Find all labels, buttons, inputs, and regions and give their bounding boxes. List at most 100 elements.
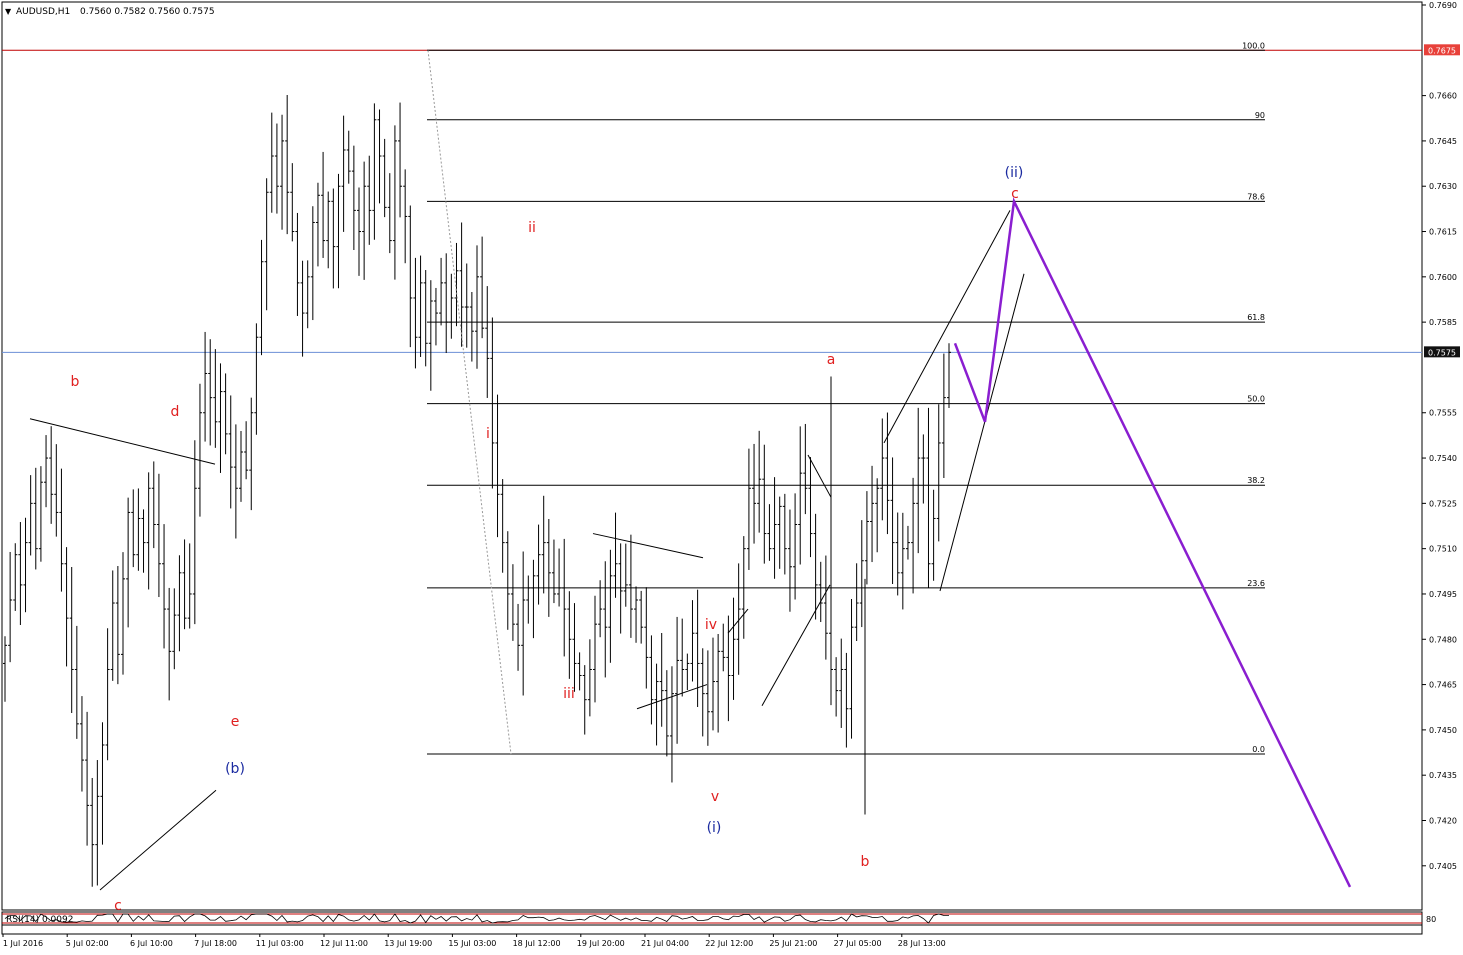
candle <box>249 397 254 511</box>
resistance-price-label: 0.7675 <box>1428 46 1456 55</box>
candle <box>33 467 38 570</box>
y-tick-label: 0.7405 <box>1429 862 1457 871</box>
y-tick-label: 0.7555 <box>1429 409 1457 418</box>
y-tick-label: 0.7510 <box>1429 545 1457 554</box>
x-tick-label: 11 Jul 03:00 <box>256 939 304 948</box>
candle <box>823 555 828 660</box>
trend-line[interactable] <box>807 454 832 498</box>
trend-line[interactable] <box>761 584 831 706</box>
candle <box>803 423 808 515</box>
candle <box>603 561 608 678</box>
candle <box>505 531 510 630</box>
candle <box>870 465 875 563</box>
candle <box>875 478 880 553</box>
candle <box>213 349 218 448</box>
candle <box>808 457 813 558</box>
trend-line[interactable] <box>99 789 217 891</box>
candle <box>639 590 644 644</box>
candle <box>177 555 182 652</box>
candle <box>577 652 582 691</box>
chart-menu-arrow[interactable]: ▼ <box>5 7 12 16</box>
candle <box>587 639 592 717</box>
candle <box>900 512 905 610</box>
candle <box>346 130 351 184</box>
candle <box>3 636 7 702</box>
trend-line[interactable] <box>29 418 216 465</box>
candle <box>382 138 387 218</box>
candle <box>844 652 849 748</box>
candle <box>798 426 803 565</box>
candle <box>526 575 531 624</box>
candle <box>274 123 279 214</box>
wave-label: b <box>71 374 80 390</box>
candle <box>521 551 526 696</box>
candle <box>905 525 910 560</box>
candle <box>634 586 639 643</box>
candle <box>895 512 900 596</box>
candle <box>762 444 767 564</box>
candle <box>916 407 921 554</box>
candle <box>28 475 33 556</box>
candle <box>259 239 264 356</box>
candle <box>305 260 310 329</box>
candle <box>562 538 567 657</box>
trend-line[interactable] <box>939 273 1025 592</box>
candle <box>74 625 79 739</box>
candle <box>151 461 156 549</box>
projection-path[interactable] <box>953 197 1352 888</box>
candle <box>413 257 418 369</box>
candle <box>767 504 772 561</box>
wave-label: c <box>114 898 122 914</box>
y-tick-label: 0.7495 <box>1429 590 1457 599</box>
candle <box>336 173 341 289</box>
candle <box>141 509 146 573</box>
candle <box>531 559 536 639</box>
candle <box>669 666 674 783</box>
candle <box>54 444 59 537</box>
candle <box>685 653 690 691</box>
candle <box>85 711 90 846</box>
date-axis-frame <box>1 924 1423 935</box>
candle <box>264 178 269 311</box>
indicator-scale-label: 80 <box>1426 915 1436 924</box>
candle <box>721 623 726 672</box>
y-tick-label: 0.7585 <box>1429 318 1457 327</box>
candle <box>834 657 839 717</box>
candle <box>310 206 315 321</box>
candle <box>8 551 13 663</box>
x-tick-label: 1 Jul 2016 <box>3 939 43 948</box>
candle <box>659 632 664 727</box>
candle <box>203 331 208 442</box>
candle <box>408 205 413 348</box>
candle <box>885 412 890 535</box>
candle <box>546 519 551 617</box>
candle <box>208 339 213 446</box>
trend-line[interactable] <box>883 210 1011 444</box>
candle <box>444 253 449 354</box>
trend-line[interactable] <box>592 533 704 559</box>
x-tick-label: 25 Jul 21:00 <box>769 939 817 948</box>
candle <box>156 473 161 598</box>
y-tick-label: 0.7540 <box>1429 454 1457 463</box>
chart-canvas: RSI(14) 0.0092 80 0.7675 0.7575 100.0 90 78… <box>1 1 1460 948</box>
candle <box>849 598 854 739</box>
candle <box>13 543 18 611</box>
candle <box>280 114 285 230</box>
fib-label-90: 90 <box>1255 111 1265 120</box>
candle <box>623 543 628 607</box>
y-tick-label: 0.7525 <box>1429 499 1457 508</box>
wave-label: iii <box>563 686 575 702</box>
x-tick-label: 13 Jul 19:00 <box>384 939 432 948</box>
candle <box>459 222 464 347</box>
candle <box>454 242 459 327</box>
candle <box>752 443 757 544</box>
candle <box>557 548 562 607</box>
candle <box>392 125 397 280</box>
candle <box>485 286 490 398</box>
candle <box>172 588 177 670</box>
candle <box>398 102 403 218</box>
y-tick-label: 0.7480 <box>1429 635 1457 644</box>
trend-line[interactable] <box>727 608 749 634</box>
candle <box>100 722 105 845</box>
fib-label-61.8: 61.8 <box>1247 313 1265 322</box>
